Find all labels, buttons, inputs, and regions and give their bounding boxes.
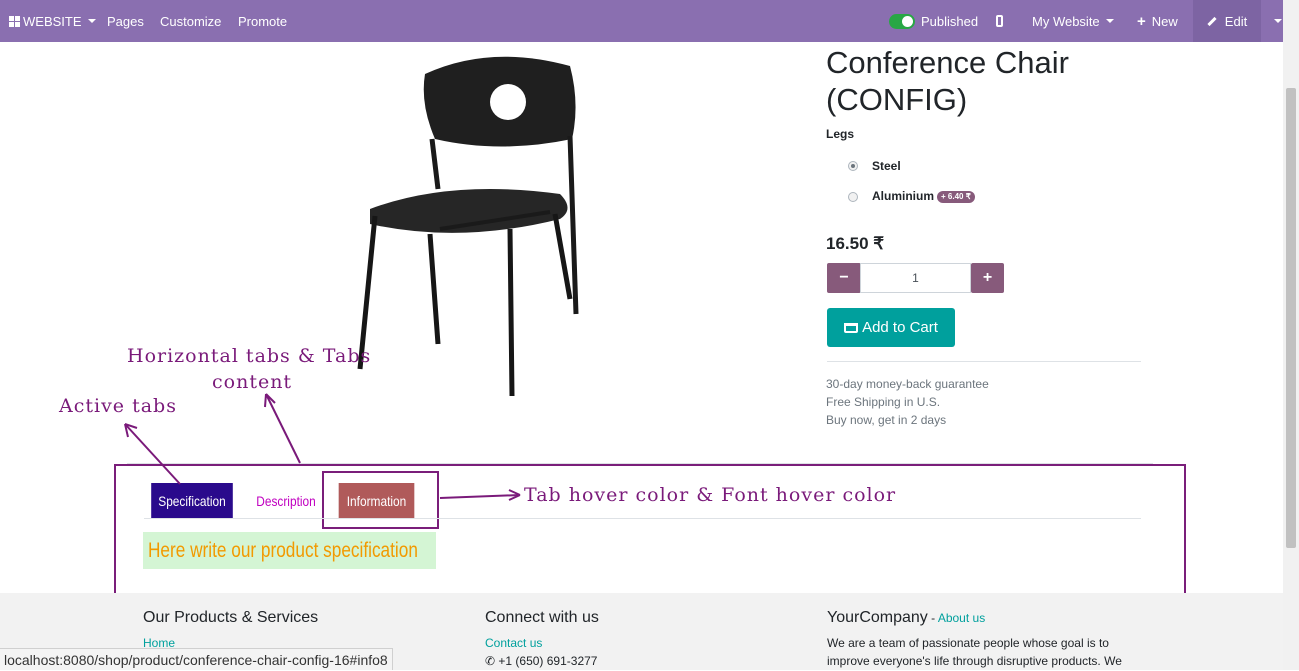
footer-about-link[interactable]: About us (938, 611, 985, 625)
browser-status-bar: localhost:8080/shop/product/conference-c… (0, 648, 393, 670)
promote-menu[interactable]: Promote (238, 0, 287, 42)
footer-products-title: Our Products & Services (143, 609, 319, 626)
mobile-preview-button[interactable] (996, 0, 1003, 42)
price-extra-badge: + 6.40 ₹ (937, 191, 975, 203)
add-to-cart-label: Add to Cart (862, 319, 938, 336)
mobile-phone-icon (996, 15, 1003, 27)
product-title: Conference Chair (CONFIG) (826, 45, 1069, 117)
radio-steel[interactable] (848, 161, 858, 171)
my-website-menu[interactable]: My Website (1032, 0, 1114, 42)
footer-connect-title: Connect with us (485, 609, 599, 626)
info-shipping: Free Shipping in U.S. (826, 395, 941, 409)
horizontal-arrow (265, 393, 301, 464)
divider (827, 361, 1141, 362)
footer-company-title: YourCompany - About us (827, 609, 986, 626)
caret-down-icon (1105, 19, 1114, 23)
shopping-cart-icon (844, 322, 859, 333)
minus-icon: − (839, 269, 849, 286)
option-label-steel: Steel (872, 159, 901, 173)
annotation-horizontal-tabs: Horizontal tabs & Tabs (127, 345, 372, 367)
radio-aluminium[interactable] (848, 192, 858, 202)
more-menu[interactable] (1268, 0, 1282, 42)
phone-icon: ✆ (485, 654, 499, 668)
my-website-label: My Website (1032, 13, 1100, 29)
published-label: Published (921, 13, 979, 29)
caret-down-icon (87, 19, 96, 23)
toggle-switch-icon (889, 13, 915, 29)
new-label: New (1151, 13, 1178, 29)
apps-grid-icon (9, 15, 20, 27)
quantity-increase-button[interactable]: + (971, 263, 1004, 293)
quantity-decrease-button[interactable]: − (827, 263, 861, 293)
option-label-aluminium: Aluminium (872, 189, 934, 203)
tab-information[interactable]: Information (338, 483, 415, 518)
plus-icon: + (982, 269, 993, 286)
info-delivery: Buy now, get in 2 days (826, 413, 947, 427)
website-menu-label: WEBSITE (23, 13, 82, 29)
edit-button[interactable]: Edit (1193, 0, 1261, 42)
published-toggle[interactable]: Published (889, 0, 978, 42)
plus-icon: + (1137, 12, 1146, 30)
product-image (357, 56, 579, 397)
info-guarantee: 30-day money-back guarantee (826, 377, 989, 391)
product-price: 16.50 ₹ (826, 234, 885, 253)
tab-content-text: Here write our product specification (143, 532, 436, 569)
tabs-divider (144, 518, 1141, 519)
tab-specification[interactable]: Specification (151, 483, 233, 518)
website-menu[interactable]: WEBSITE (9, 0, 96, 42)
pages-menu[interactable]: Pages (107, 0, 144, 42)
footer-contact-link[interactable]: Contact us (485, 636, 542, 650)
caret-down-icon (1274, 19, 1282, 23)
website-top-bar: WEBSITE Pages Customize Promote Publishe… (0, 0, 1283, 42)
add-to-cart-button[interactable]: Add to Cart (827, 308, 955, 347)
annotation-active-tabs: Active tabs (59, 395, 177, 417)
annotation-horizontal-tabs-content: content (212, 371, 293, 393)
customize-menu[interactable]: Customize (160, 0, 221, 42)
new-button[interactable]: + New (1137, 0, 1178, 42)
pencil-icon (1207, 16, 1217, 26)
footer-company-text-2: improve everyone's life through disrupti… (827, 654, 1122, 668)
scrollbar-thumb[interactable] (1286, 88, 1296, 548)
tab-description[interactable]: Description (254, 483, 319, 518)
footer-phone: ✆ +1 (650) 691-3277 (485, 654, 598, 668)
annotation-hover-color: Tab hover color & Font hover color (524, 484, 897, 506)
attribute-label-legs: Legs (826, 127, 855, 141)
quantity-input[interactable]: 1 (860, 263, 971, 293)
edit-label: Edit (1224, 13, 1248, 29)
footer-company-text-1: We are a team of passionate people whose… (827, 636, 1109, 650)
